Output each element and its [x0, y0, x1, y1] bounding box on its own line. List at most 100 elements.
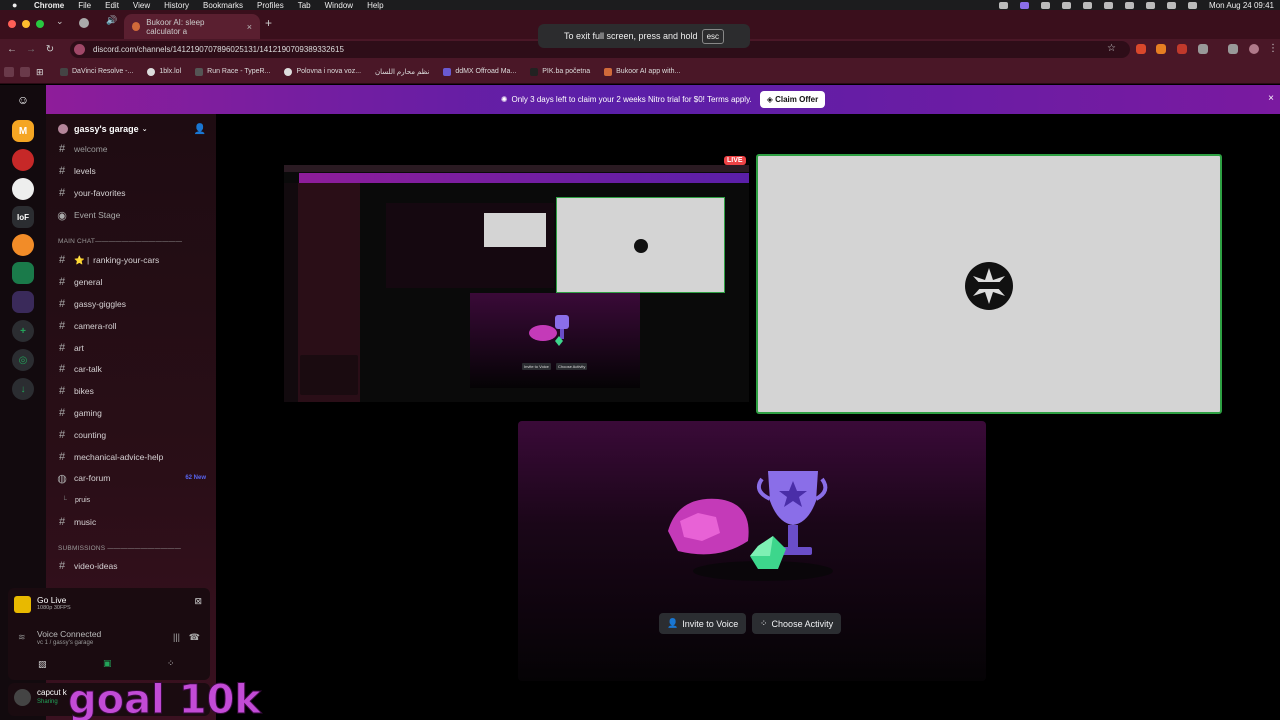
go-live-label[interactable]: Go Live: [37, 595, 66, 605]
screen-share-tile[interactable]: Invite to Voice Choose Activity: [284, 165, 749, 402]
site-info-icon[interactable]: [74, 44, 85, 55]
channel-music[interactable]: # music: [46, 513, 216, 531]
channel-mechanical-advice-help[interactable]: # mechanical-advice-help: [46, 448, 216, 466]
menu-view[interactable]: View: [133, 1, 150, 10]
menu-file[interactable]: File: [78, 1, 91, 10]
new-tab-button[interactable]: +: [265, 16, 272, 30]
camera-off-icon[interactable]: ▨: [38, 659, 47, 670]
disconnect-icon[interactable]: ☎: [189, 632, 200, 643]
channel-video-ideas[interactable]: # video-ideas: [46, 557, 216, 575]
bookmark-item[interactable]: Run Race - TypeR...: [195, 67, 270, 76]
menu-history[interactable]: History: [164, 1, 189, 10]
channel-your-favorites[interactable]: # your-favorites: [46, 184, 216, 202]
bookmark-app-2-icon[interactable]: [20, 66, 30, 77]
server-green-icon[interactable]: [12, 262, 34, 284]
go-live-icon[interactable]: [14, 596, 31, 613]
channel-welcome[interactable]: # welcome: [46, 140, 216, 158]
username[interactable]: capcut k: [37, 688, 67, 697]
chrome-menu-icon[interactable]: ⋮: [1268, 43, 1278, 54]
discord-tab-favicon-icon[interactable]: [79, 18, 89, 28]
channel-bikes[interactable]: # bikes: [46, 382, 216, 400]
channel-car-talk[interactable]: # car-talk: [46, 360, 216, 378]
screen-share-active-icon[interactable]: ▣: [103, 658, 112, 669]
screen-share-icon[interactable]: [1020, 1, 1030, 9]
channel-general[interactable]: # general: [46, 273, 216, 291]
discord-home-icon[interactable]: ☺: [12, 89, 34, 111]
invite-to-voice-button[interactable]: 👤 Invite to Voice: [659, 613, 747, 634]
choose-activity-button[interactable]: ⁘ Choose Activity: [752, 613, 842, 634]
control-center-icon[interactable]: [1188, 1, 1198, 9]
minimize-window-button[interactable]: [22, 20, 30, 28]
menu-bookmarks[interactable]: Bookmarks: [203, 1, 243, 10]
extension-2-icon[interactable]: [1156, 44, 1166, 54]
close-tab-icon[interactable]: ×: [247, 22, 252, 32]
bookmark-item[interactable]: نظم محارم اللسان: [375, 68, 429, 76]
category-main-chat[interactable]: MAIN CHAT—————————————: [58, 238, 182, 245]
input-source-icon[interactable]: [1167, 1, 1177, 9]
apple-icon[interactable]: ●: [12, 1, 22, 10]
speaker-icon[interactable]: 🔊: [106, 15, 117, 26]
bookmark-app-1-icon[interactable]: [4, 66, 14, 77]
server-iof-icon[interactable]: IoF: [12, 206, 34, 228]
bookmark-item[interactable]: DaVinci Resolve -...: [60, 67, 133, 76]
forward-icon[interactable]: →: [24, 44, 38, 55]
server-orange-icon[interactable]: [12, 234, 34, 256]
tab-bukoor[interactable]: Bukoor AI: sleep calculator a ×: [124, 14, 260, 39]
bookmark-item[interactable]: 1blx.lol: [147, 67, 181, 76]
bookmark-item[interactable]: Bukoor AI app with...: [604, 67, 680, 76]
profile-avatar-icon[interactable]: [1249, 44, 1259, 54]
bolt-icon[interactable]: [1104, 1, 1114, 9]
server-art-icon[interactable]: [12, 291, 34, 313]
clock[interactable]: Mon Aug 24 09:41: [1209, 1, 1274, 10]
bookmark-item[interactable]: PIK.ba početna: [530, 67, 590, 76]
media-control-icon[interactable]: [1228, 44, 1238, 54]
server-red-icon[interactable]: [12, 149, 34, 171]
menu-tab[interactable]: Tab: [298, 1, 311, 10]
server-m-icon[interactable]: M: [12, 120, 34, 142]
noise-suppression-icon[interactable]: |||: [173, 632, 180, 642]
menu-window[interactable]: Window: [325, 1, 353, 10]
brightness-icon[interactable]: [1083, 1, 1093, 9]
menu-profiles[interactable]: Profiles: [257, 1, 284, 10]
menu-help[interactable]: Help: [367, 1, 383, 10]
claim-offer-button[interactable]: ◈ Claim Offer: [759, 91, 826, 108]
extensions-puzzle-icon[interactable]: [1198, 44, 1208, 54]
avatar[interactable]: [14, 689, 31, 706]
live-stream-tile[interactable]: [756, 154, 1222, 414]
back-icon[interactable]: ←: [5, 44, 19, 55]
bookmark-star-icon[interactable]: ☆: [1107, 43, 1116, 54]
channel-art[interactable]: # art: [46, 339, 216, 357]
skype-icon[interactable]: [999, 1, 1009, 9]
channel-gassy-giggles[interactable]: # gassy-giggles: [46, 295, 216, 313]
apps-grid-icon[interactable]: ⊞: [36, 67, 46, 77]
voice-channel-sub[interactable]: vc 1 / gassy's garage: [37, 640, 93, 646]
close-window-button[interactable]: [8, 20, 16, 28]
menu-app[interactable]: Chrome: [34, 1, 64, 10]
download-icon[interactable]: ↓: [12, 378, 34, 400]
bookmark-item[interactable]: ddMX Offroad Ma...: [443, 67, 516, 76]
category-submissions[interactable]: SUBMISSIONS ———————————: [58, 545, 181, 552]
channel-gaming[interactable]: # gaming: [46, 404, 216, 422]
close-banner-icon[interactable]: ×: [1268, 93, 1274, 104]
channel-camera-roll[interactable]: # camera-roll: [46, 317, 216, 335]
fullscreen-window-button[interactable]: [36, 20, 44, 28]
focus-icon[interactable]: [1062, 1, 1072, 9]
server-white-icon[interactable]: [12, 178, 34, 200]
bookmark-item[interactable]: Polovna i nova voz...: [284, 67, 361, 76]
extension-1-icon[interactable]: [1136, 44, 1146, 54]
activities-icon[interactable]: ⁘: [167, 658, 175, 669]
channel-levels[interactable]: # levels: [46, 162, 216, 180]
extension-icon[interactable]: [1041, 1, 1051, 9]
channel-event-stage[interactable]: ◉ Event Stage: [46, 206, 216, 224]
add-member-icon[interactable]: 👤: [194, 124, 206, 135]
signal-icon[interactable]: ≋: [18, 632, 26, 643]
channel-counting[interactable]: # counting: [46, 426, 216, 444]
add-server-icon[interactable]: +: [12, 320, 34, 342]
channel-ranking-your-cars[interactable]: # ⭐ | ranking-your-cars: [46, 251, 216, 269]
user-icon[interactable]: [1146, 1, 1156, 9]
wifi-icon[interactable]: [1125, 1, 1135, 9]
menu-edit[interactable]: Edit: [105, 1, 119, 10]
discover-icon[interactable]: ◎: [12, 349, 34, 371]
thread-pruis[interactable]: └ pruis: [46, 491, 216, 509]
reload-icon[interactable]: ↻: [43, 44, 57, 55]
